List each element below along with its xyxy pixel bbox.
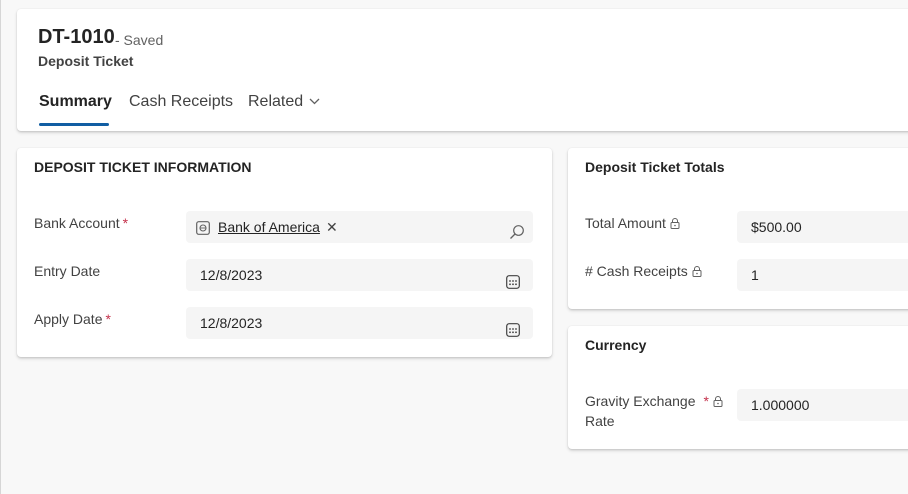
tab-related[interactable]: Related <box>248 93 320 111</box>
exchange-rate-field: 1.000000 <box>737 389 908 421</box>
bank-account-lookup[interactable]: Bank of America ✕ <box>186 211 533 243</box>
deposit-ticket-totals-section: Deposit Ticket Totals Total Amount $500.… <box>568 148 908 309</box>
total-amount-label: Total Amount <box>585 213 680 233</box>
required-marker: * <box>105 311 111 327</box>
window-border <box>0 0 1 494</box>
cash-receipts-count-value: 1 <box>751 267 759 283</box>
cash-receipts-count-field: 1 <box>737 259 908 291</box>
bank-account-label-text: Bank Account <box>34 215 120 231</box>
entry-date-field[interactable]: 12/8/2023 <box>186 259 533 291</box>
lock-icon <box>692 262 702 277</box>
tab-related-label: Related <box>248 93 304 110</box>
currency-section: Currency Gravity Exchange * Rate 1.000000 <box>568 326 908 449</box>
tab-cash-receipts[interactable]: Cash Receipts <box>129 93 233 111</box>
total-amount-label-text: Total Amount <box>585 215 666 231</box>
exchange-rate-label: Gravity Exchange * Rate <box>585 391 723 431</box>
tab-summary[interactable]: Summary <box>39 93 112 111</box>
entry-date-label: Entry Date <box>34 263 101 279</box>
cash-receipts-count-label: # Cash Receipts <box>585 261 702 281</box>
entry-date-value: 12/8/2023 <box>200 267 263 283</box>
bank-account-label: Bank Account * <box>34 213 128 233</box>
total-amount-field: $500.00 <box>737 211 908 243</box>
lock-icon <box>713 392 723 407</box>
entity-record-icon <box>196 220 210 235</box>
calendar-icon[interactable] <box>506 316 520 337</box>
search-icon[interactable] <box>509 219 525 239</box>
apply-date-value: 12/8/2023 <box>200 315 263 331</box>
calendar-icon[interactable] <box>506 268 520 289</box>
exchange-rate-value: 1.000000 <box>751 397 810 413</box>
exchange-rate-label-line2: Rate <box>585 413 615 429</box>
chevron-down-icon <box>309 94 320 108</box>
lock-icon <box>670 214 680 229</box>
section-title: Deposit Ticket Totals <box>585 159 725 175</box>
bank-account-link[interactable]: Bank of America <box>218 217 320 237</box>
apply-date-label-text: Apply Date <box>34 311 103 327</box>
cash-receipts-count-label-text: # Cash Receipts <box>585 263 688 279</box>
apply-date-label: Apply Date * <box>34 309 111 329</box>
record-header: DT-1010 - Saved Deposit Ticket Summary C… <box>17 9 908 131</box>
required-marker: * <box>703 393 709 409</box>
apply-date-field[interactable]: 12/8/2023 <box>186 307 533 339</box>
active-tab-indicator <box>39 123 109 126</box>
section-title: DEPOSIT TICKET INFORMATION <box>34 159 252 175</box>
required-marker: * <box>122 215 129 231</box>
entity-name: Deposit Ticket <box>38 53 134 69</box>
exchange-rate-label-line1: Gravity Exchange <box>585 393 696 409</box>
deposit-ticket-information-section: DEPOSIT TICKET INFORMATION Bank Account *… <box>17 148 552 357</box>
remove-lookup-icon[interactable]: ✕ <box>326 217 338 237</box>
total-amount-value: $500.00 <box>751 219 802 235</box>
record-title: DT-1010 <box>38 26 115 48</box>
section-title: Currency <box>585 337 647 353</box>
save-status: - Saved <box>115 32 164 48</box>
